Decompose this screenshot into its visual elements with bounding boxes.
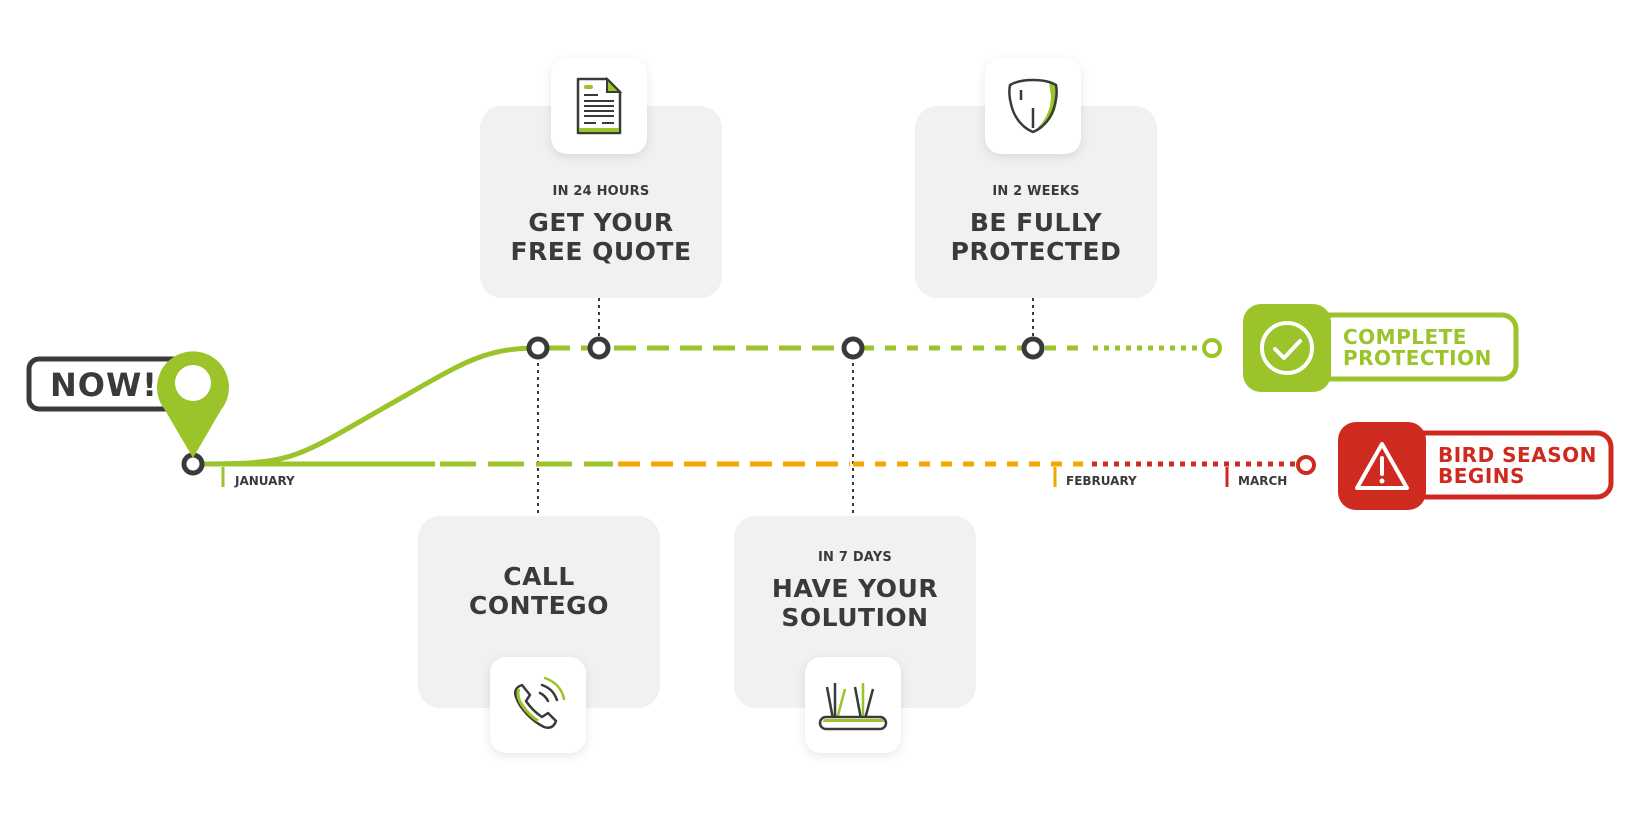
now-label: NOW!: [50, 366, 158, 404]
step-subtitle: IN 7 DAYS: [818, 550, 892, 565]
phone-icon: [514, 676, 566, 729]
bird-season-line1: BIRD SEASON: [1438, 443, 1597, 467]
quote-icon-box: [551, 58, 647, 154]
protected-icon-box: [985, 58, 1081, 154]
step-title-line1: GET YOUR: [528, 208, 674, 237]
step-title-line1: HAVE YOUR: [771, 574, 939, 603]
step-subtitle: IN 24 HOURS: [552, 184, 650, 199]
complete-protection-line1: COMPLETE: [1343, 325, 1467, 349]
shield-icon: [1008, 78, 1058, 134]
bottom-line-end: [1296, 455, 1316, 475]
step-title-line2: SOLUTION: [781, 603, 929, 632]
timeline-infographic: NOW! JANUARY FEBRUARY MARCH COMPLETE PRO…: [0, 0, 1636, 820]
top-line-curve: [192, 345, 539, 467]
step-title-line1: BE FULLY: [969, 208, 1103, 237]
top-line-end: [1202, 338, 1222, 358]
step-title-line2: FREE QUOTE: [510, 237, 692, 266]
complete-protection-line2: PROTECTION: [1343, 346, 1492, 370]
complete-protection-text: COMPLETE PROTECTION: [1343, 327, 1492, 369]
step-title: BE FULLY PROTECTED: [915, 208, 1157, 266]
month-label-march: MARCH: [1238, 474, 1288, 488]
node-protected: [1021, 336, 1045, 360]
month-label-january: JANUARY: [235, 474, 295, 488]
bird-season-line2: BEGINS: [1438, 464, 1525, 488]
node-solution: [841, 336, 865, 360]
node-quote: [587, 336, 611, 360]
step-title-line2: CONTEGO: [469, 591, 609, 620]
node-call: [526, 336, 550, 360]
call-icon-box: [490, 657, 586, 753]
step-title: GET YOUR FREE QUOTE: [480, 208, 722, 266]
document-icon: [576, 76, 623, 135]
step-title: CALL CONTEGO: [418, 562, 660, 620]
month-label-february: FEBRUARY: [1066, 474, 1137, 488]
step-title-line1: CALL: [503, 562, 575, 591]
bird-spikes-icon: [818, 683, 888, 731]
step-subtitle: IN 2 WEEKS: [992, 184, 1080, 199]
bird-season-text: BIRD SEASON BEGINS: [1438, 445, 1597, 487]
step-title: HAVE YOUR SOLUTION: [734, 574, 976, 632]
location-pin-icon: [157, 351, 229, 458]
step-title-line2: PROTECTED: [950, 237, 1122, 266]
solution-icon-box: [805, 657, 901, 753]
